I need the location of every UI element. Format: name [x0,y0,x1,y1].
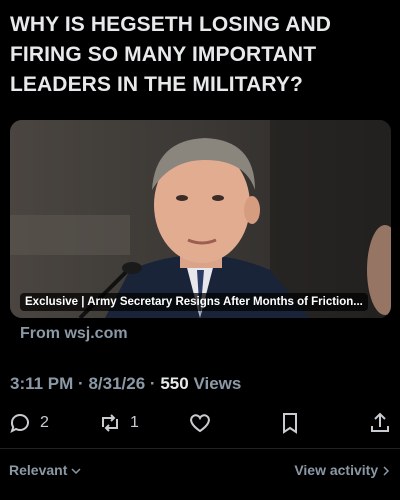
heart-icon [190,414,210,433]
meta-separator: · [78,374,84,393]
link-preview-card[interactable]: Exclusive | Army Secretary Resigns After… [10,120,391,318]
chevron-down-icon [71,468,81,475]
bookmark-button[interactable] [278,408,302,438]
chevron-right-icon [383,466,390,476]
sort-dropdown[interactable]: Relevant [9,462,81,478]
repost-button[interactable]: 1 [98,408,139,438]
reply-button[interactable]: 2 [8,408,49,438]
view-activity-link[interactable]: View activity [294,462,390,478]
action-bar: 2 1 [0,408,400,438]
reply-icon [10,414,29,433]
divider [0,448,400,449]
bookmark-icon [283,413,297,434]
article-photo [10,120,391,318]
post-text: WHY IS HEGSETH LOSING AND FIRING SO MANY… [10,13,332,96]
repost-count: 1 [130,414,139,431]
share-icon [371,412,389,432]
views-label: Views [193,374,242,393]
sort-label: Relevant [9,462,68,478]
post-time: 3:11 PM [10,374,74,393]
repost-icon [102,414,118,432]
link-source[interactable]: From wsj.com [20,325,128,343]
like-button[interactable] [188,408,212,438]
reply-count: 2 [40,414,49,431]
post-metadata: 3:11 PM · 8/31/26 · 550 Views [10,374,241,394]
post-date: 8/31/26 [88,374,146,393]
link-card-headline: Exclusive | Army Secretary Resigns After… [20,293,368,311]
meta-separator: · [149,374,156,393]
share-button[interactable] [368,408,392,438]
views-count: 550 [160,374,189,393]
view-activity-label: View activity [294,462,379,478]
